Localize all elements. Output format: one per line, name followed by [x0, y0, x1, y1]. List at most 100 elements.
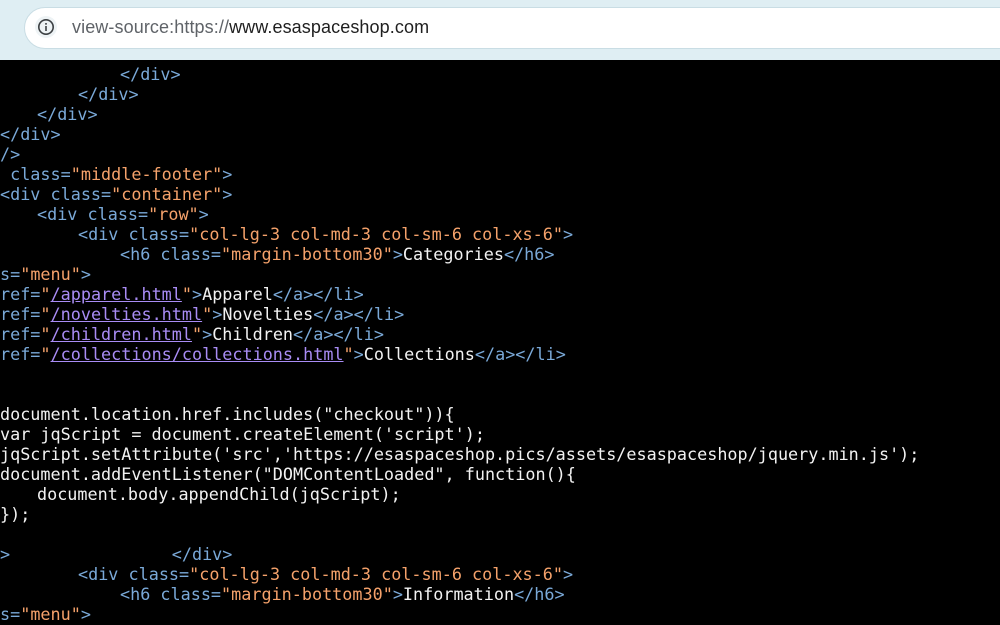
- source-token: <h6 class=: [120, 584, 222, 604]
- source-token: [10, 544, 172, 564]
- source-token: document.addEventListener("DOMContentLoa…: [0, 464, 576, 484]
- source-line: </div>: [0, 124, 61, 144]
- source-line: <h6 class="margin-bottom30">Categories</…: [120, 244, 555, 264]
- url-scheme: view-source:https://: [72, 17, 230, 37]
- source-token: >: [212, 304, 223, 324]
- source-token: s=: [0, 264, 21, 284]
- source-token: </div>: [37, 104, 98, 124]
- source-token: >: [222, 184, 233, 204]
- source-token: </a></li>: [293, 324, 384, 344]
- source-token: "menu": [20, 604, 81, 624]
- source-line: </div>: [120, 64, 181, 84]
- source-line: document.body.appendChild(jqScript);: [37, 484, 401, 504]
- source-link[interactable]: /apparel.html: [51, 284, 182, 304]
- source-token: >: [562, 564, 574, 584]
- source-token: </a></li>: [272, 284, 364, 304]
- source-token: });: [0, 504, 31, 524]
- address-bar[interactable]: view-source:https://www.esaspaceshop.com: [24, 7, 1000, 49]
- source-token: ": [191, 324, 203, 344]
- source-token: Information: [402, 584, 515, 604]
- source-token: </a></li>: [474, 344, 566, 364]
- source-line: s="menu">: [0, 264, 91, 284]
- source-token: >: [202, 324, 213, 344]
- source-line: <div class="col-lg-3 col-md-3 col-sm-6 c…: [78, 224, 573, 244]
- source-line: ref="/novelties.html">Novelties</a></li>: [0, 304, 404, 324]
- source-line: document.addEventListener("DOMContentLoa…: [0, 464, 576, 484]
- source-token: </div>: [171, 544, 233, 564]
- view-source-window: </div> </div> </div> </div>/> class="middle…: [0, 0, 1000, 625]
- source-token: ref=: [0, 284, 41, 304]
- source-token: <div class=: [78, 564, 190, 584]
- source-token: "col-lg-3 col-md-3 col-sm-6 col-xs-6": [189, 224, 563, 244]
- source-token: "row": [148, 204, 199, 224]
- source-line: });: [0, 504, 30, 524]
- source-link[interactable]: /collections/collections.html: [51, 344, 344, 364]
- source-line: var jqScript = document.createElement('s…: [0, 424, 485, 444]
- source-token: ": [40, 284, 51, 304]
- source-line: <div class="container">: [0, 184, 232, 204]
- info-icon[interactable]: [35, 16, 57, 38]
- source-token: Apparel: [202, 284, 273, 304]
- source-link[interactable]: /novelties.html: [51, 304, 203, 324]
- source-line: class="middle-footer">: [0, 164, 232, 184]
- url-text[interactable]: view-source:https://www.esaspaceshop.com: [72, 17, 429, 38]
- source-token: ": [40, 344, 51, 364]
- source-token: ref=: [0, 344, 41, 364]
- source-line: s="menu">: [0, 604, 91, 624]
- url-host: www.esaspaceshop.com: [229, 17, 430, 37]
- source-token: </h6>: [514, 584, 565, 604]
- browser-toolbar: view-source:https://www.esaspaceshop.com: [0, 0, 1000, 60]
- source-token: >: [198, 204, 209, 224]
- source-token: "margin-bottom30": [221, 584, 393, 604]
- source-token: <div class=: [37, 204, 149, 224]
- source-line: <div class="row">: [37, 204, 209, 224]
- source-token: >: [562, 224, 574, 244]
- source-token: "col-lg-3 col-md-3 col-sm-6 col-xs-6": [189, 564, 563, 584]
- source-token: Novelties: [222, 304, 314, 324]
- source-token: </div>: [0, 124, 61, 144]
- source-token: >: [80, 604, 91, 624]
- source-code-view: </div> </div> </div> </div>/> class="middle…: [0, 44, 1000, 625]
- source-line: </div>: [78, 84, 139, 104]
- source-link[interactable]: /children.html: [51, 324, 192, 344]
- source-token: ": [40, 324, 51, 344]
- source-line: jqScript.setAttribute('src','https://esa…: [0, 444, 919, 464]
- source-token: document.location.href.includes("checkou…: [0, 404, 455, 424]
- source-token: >: [191, 284, 203, 304]
- source-token: >: [392, 584, 403, 604]
- source-token: >: [392, 244, 403, 264]
- source-token: </div>: [120, 64, 181, 84]
- source-token: jqScript.setAttribute('src','https://esa…: [0, 444, 920, 464]
- source-token: </h6>: [503, 244, 555, 264]
- source-line: ref="/children.html">Children</a></li>: [0, 324, 384, 344]
- source-token: ref=: [0, 324, 41, 344]
- source-token: ": [40, 304, 51, 324]
- source-token: class=: [0, 164, 71, 184]
- source-line: <h6 class="margin-bottom30">Information<…: [120, 584, 565, 604]
- source-token: Categories: [402, 244, 504, 264]
- source-token: s=: [0, 604, 21, 624]
- source-token: </a></li>: [313, 304, 405, 324]
- source-line: > </div>: [0, 544, 232, 564]
- source-token: >: [80, 264, 91, 284]
- source-token: Children: [212, 324, 294, 344]
- source-token: "middle-footer": [70, 164, 223, 184]
- source-line: document.location.href.includes("checkou…: [0, 404, 455, 424]
- source-line: />: [0, 144, 20, 164]
- source-token: ": [181, 284, 192, 304]
- source-token: "container": [111, 184, 223, 204]
- source-token: ref=: [0, 304, 41, 324]
- source-line: ref="/apparel.html">Apparel</a></li>: [0, 284, 364, 304]
- source-token: >: [353, 344, 364, 364]
- source-token: </div>: [78, 84, 139, 104]
- source-token: <div class=: [78, 224, 190, 244]
- source-token: "menu": [20, 264, 81, 284]
- source-token: <h6 class=: [120, 244, 222, 264]
- source-token: "margin-bottom30": [221, 244, 393, 264]
- source-token: ": [202, 304, 213, 324]
- source-token: >: [222, 164, 233, 184]
- source-token: ": [343, 344, 354, 364]
- source-token: />: [0, 144, 21, 164]
- source-token: var jqScript = document.createElement('s…: [0, 424, 485, 444]
- source-token: <div class=: [0, 184, 112, 204]
